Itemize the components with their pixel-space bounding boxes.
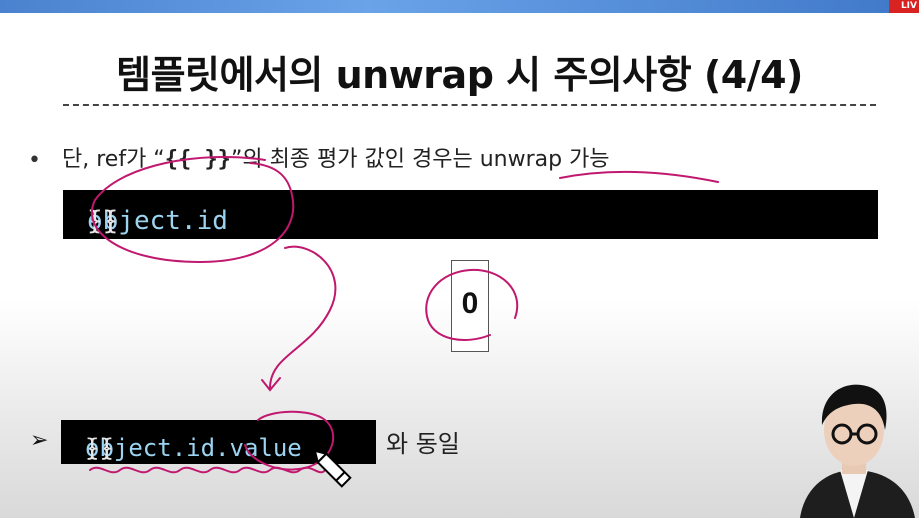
circle-braces-mark [90, 155, 295, 264]
pencil-cursor-icon [313, 449, 352, 488]
underline-unwrap-mark [559, 170, 719, 183]
arrow-stroke-mark [269, 245, 337, 389]
presenter-webcam [800, 384, 915, 518]
circle-zero-mark [425, 268, 519, 341]
annotation-layer [89, 155, 719, 488]
